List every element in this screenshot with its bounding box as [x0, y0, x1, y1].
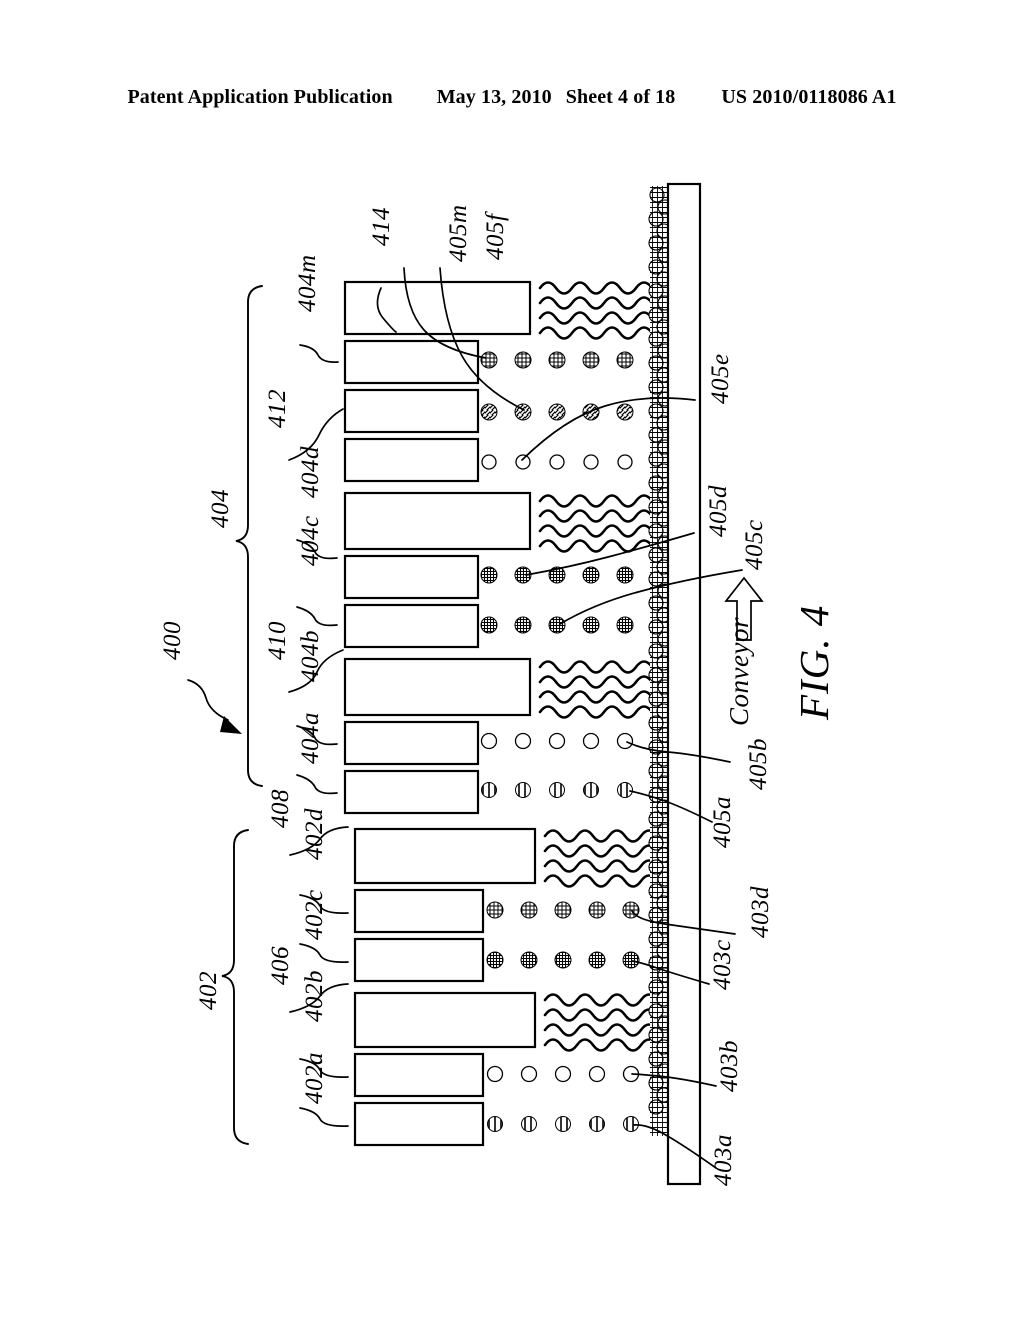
module-bar-short	[343, 720, 480, 766]
numeral-403b: 403b	[716, 1040, 743, 1092]
numeral-403a: 403a	[710, 1134, 737, 1186]
module-bar-short	[343, 603, 480, 649]
leader-400-arrowhead	[220, 716, 242, 734]
wave-pattern-group	[538, 281, 659, 1052]
figure-caption: FIG. 4	[791, 605, 837, 721]
numeral-402b: 402b	[301, 970, 328, 1022]
dot-row	[481, 782, 633, 798]
leader-402a	[299, 1107, 349, 1127]
leader-404c	[296, 606, 338, 627]
wave-pattern	[538, 281, 654, 340]
conveyor-label: Conveyor	[724, 617, 754, 726]
numeral-402: 402	[195, 971, 222, 1010]
numeral-400: 400	[159, 621, 186, 660]
module-bar-long	[343, 280, 532, 336]
module-bar-short	[353, 1052, 485, 1098]
numeral-404c: 404c	[297, 515, 324, 566]
numeral-406: 406	[267, 946, 294, 985]
group-brace-402	[221, 829, 249, 1145]
module-bar-long	[353, 827, 537, 885]
numeral-414: 414	[368, 207, 395, 246]
numeral-404: 404	[207, 489, 234, 528]
module-bar-short	[353, 1101, 485, 1147]
numeral-405f: 405f	[482, 211, 509, 260]
module-bar-long	[343, 657, 532, 717]
dot-row	[486, 901, 640, 919]
numeral-403d: 403d	[747, 886, 774, 938]
numeral-402a: 402a	[301, 1052, 328, 1104]
patent-figure: 414 405m 405f 404m 412 404d 404c 404 410…	[0, 0, 1024, 1320]
dot-row	[480, 732, 634, 750]
leader-400	[187, 679, 229, 721]
dot-row	[480, 403, 634, 421]
wave-pattern	[538, 660, 654, 719]
dot-row	[481, 454, 633, 470]
dot-row	[480, 616, 634, 634]
numeral-405a: 405a	[709, 796, 736, 848]
module-bar-short	[353, 937, 485, 983]
numeral-405m: 405m	[445, 204, 472, 262]
module-bar-short	[343, 769, 480, 815]
leader-402c	[299, 943, 349, 963]
numeral-404m: 404m	[294, 254, 321, 312]
numeral-402c: 402c	[301, 889, 328, 940]
dot-row	[486, 951, 640, 969]
numeral-404d: 404d	[297, 446, 324, 498]
module-bar-short	[343, 437, 480, 483]
module-bar-long	[343, 491, 532, 551]
module-bar-short	[353, 888, 485, 934]
numeral-405c: 405c	[741, 519, 768, 570]
dot-row	[486, 1065, 640, 1083]
conveyor-belt	[666, 182, 702, 1186]
numeral-403c: 403c	[709, 939, 736, 990]
module-bar-group	[343, 280, 537, 1147]
numeral-404a: 404a	[297, 712, 324, 764]
module-bar-short	[343, 388, 480, 434]
dot-row	[480, 351, 634, 369]
numeral-410: 410	[264, 621, 291, 660]
numeral-408: 408	[267, 789, 294, 828]
numeral-412: 412	[264, 389, 291, 428]
wave-pattern	[543, 993, 659, 1052]
module-bar-long	[353, 991, 537, 1049]
numeral-404b: 404b	[297, 630, 324, 682]
numeral-402d: 402d	[301, 808, 328, 860]
numeral-405e: 405e	[707, 353, 734, 404]
leader-404a	[296, 774, 338, 795]
numeral-405d: 405d	[705, 485, 732, 537]
wave-pattern	[543, 829, 659, 888]
leader-404m	[299, 344, 339, 363]
wave-pattern	[538, 494, 654, 553]
numeral-405b: 405b	[745, 738, 772, 790]
module-bar-short	[343, 554, 480, 600]
group-brace-404	[235, 285, 263, 787]
dot-row	[487, 1116, 639, 1132]
